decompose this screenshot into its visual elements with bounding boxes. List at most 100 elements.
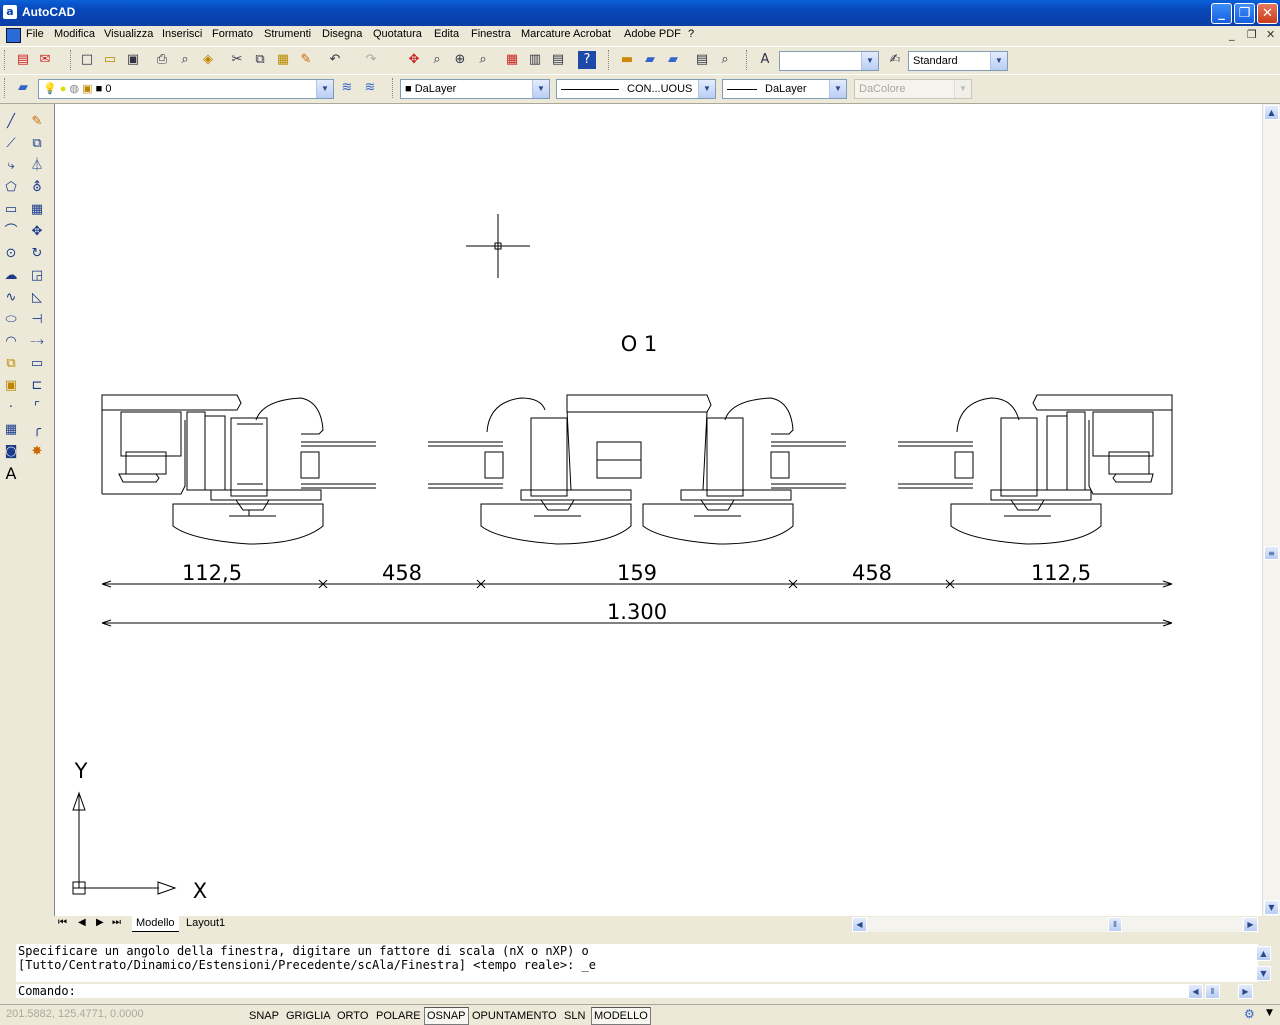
layer-previous-icon[interactable]: ≋ [361,79,379,97]
redo-icon[interactable]: ↷ [362,51,380,69]
mirror-icon[interactable]: ⏃ [27,156,47,176]
ellipse-icon[interactable]: ⬭ [1,310,21,330]
lightbulb-icon[interactable]: 💡 [43,83,57,95]
command-input[interactable]: Comando: [16,984,1188,998]
break-icon[interactable]: ⊏ [27,376,47,396]
menu-file[interactable]: File [26,28,44,40]
autocad-app-icon[interactable]: a [3,5,17,19]
trim-icon[interactable]: ⊣ [27,310,47,330]
status-polare[interactable]: POLARE [373,1007,424,1025]
cmd-scroll-right-icon[interactable]: ▶ [1238,984,1253,999]
help-icon[interactable]: ? [578,51,596,69]
freeze-viewport-icon[interactable]: ◍ [69,83,79,95]
make-block-icon[interactable]: ▣ [1,376,21,396]
hatch-icon[interactable]: ▦ [1,420,21,440]
dim-style-select[interactable]: Standard ▼ [908,51,1008,71]
zoom-realtime-icon[interactable]: ⌕ [428,51,446,69]
menu-strumenti[interactable]: Strumenti [264,28,311,40]
first-tab-icon[interactable]: ⏮ [58,917,67,928]
restore-button[interactable]: ❐ [1234,3,1255,24]
properties-icon[interactable]: ▦ [503,51,521,69]
print-icon[interactable]: ⎙ [153,51,171,69]
break-at-point-icon[interactable]: ▭ [27,354,47,374]
array-icon[interactable]: ▦ [27,200,47,220]
scroll-thumb[interactable]: ≡ [1264,546,1279,560]
close-button[interactable]: ✕ [1257,3,1278,24]
design-center-icon[interactable]: ▥ [526,51,544,69]
status-sln[interactable]: SLN [561,1007,588,1025]
menu-disegna[interactable]: Disegna [322,28,362,40]
status-snap[interactable]: SNAP [246,1007,282,1025]
circle-icon[interactable]: ⊙ [1,244,21,264]
zoom-previous-icon[interactable]: ⌕ [474,51,492,69]
extend-icon[interactable]: ⤍ [27,332,47,352]
zoom-window-icon[interactable]: ⊕ [451,51,469,69]
erase-icon[interactable]: ✎ [27,112,47,132]
scale-icon[interactable]: ◲ [27,266,47,286]
stretch-icon[interactable]: ◺ [27,288,47,308]
status-opuntamento[interactable]: OPUNTAMENTO [469,1007,560,1025]
paste-icon[interactable]: ▦ [274,51,292,69]
menu-quotatura[interactable]: Quotatura [373,28,422,40]
fillet-icon[interactable]: ╭ [27,420,47,440]
menu-formato[interactable]: Formato [212,28,253,40]
new-icon[interactable]: □ [78,51,96,69]
cmd-scroll-down-icon[interactable]: ▼ [1256,966,1271,981]
next-tab-icon[interactable]: ▶ [96,917,104,928]
cmd-scroll-up-icon[interactable]: ▲ [1256,946,1271,961]
layer-properties-icon[interactable]: ▰ [14,79,32,97]
publish-icon[interactable]: ◈ [199,51,217,69]
status-orto[interactable]: ORTO [334,1007,371,1025]
hscroll-thumb[interactable]: ⦀ [1108,917,1122,932]
explode-icon[interactable]: ✸ [27,442,47,462]
doc-restore-icon[interactable]: ❐ [1247,28,1257,41]
menu-marcature-acrobat[interactable]: Marcature Acrobat [521,28,611,40]
undo-icon[interactable]: ↶ [326,51,344,69]
color-select[interactable]: ■ DaLayer ▼ [400,79,550,99]
last-tab-icon[interactable]: ⏭ [112,917,121,928]
menu-finestra[interactable]: Finestra [471,28,511,40]
print-preview-icon[interactable]: ⌕ [176,51,194,69]
layer-icon[interactable]: ▰ [641,51,659,69]
menu-visualizza[interactable]: Visualizza [104,28,153,40]
text-style-select[interactable]: ▼ [779,51,879,71]
polyline-icon[interactable]: ⤷ [1,156,21,176]
cmd-scroll-left-icon[interactable]: ◀ [1188,984,1203,999]
document-icon[interactable] [6,28,21,43]
region-icon[interactable]: ◙ [1,442,21,462]
scroll-left-icon[interactable]: ◀ [852,917,867,932]
line-icon[interactable]: ╱ [1,112,21,132]
sheet-set-icon[interactable]: ▤ [693,51,711,69]
tool-palettes-icon[interactable]: ▤ [549,51,567,69]
insert-block-icon[interactable]: ⧉ [1,354,21,374]
coordinates-display[interactable]: 201.5882, 125.4771, 0.0000 [6,1008,144,1020]
pdf-email-icon[interactable]: ✉ [36,51,54,69]
layer-select[interactable]: 💡 ● ◍ ▣ ■ 0 ▼ [38,79,334,99]
point-icon[interactable]: · [1,398,21,418]
make-object-layer-current-icon[interactable]: ≋ [338,79,356,97]
pdf-icon[interactable]: ▤ [14,51,32,69]
tab-modello[interactable]: Modello [132,916,179,932]
cut-icon[interactable]: ✂ [228,51,246,69]
cmd-hscroll-thumb[interactable]: ⦀ [1205,984,1220,999]
horizontal-scrollbar[interactable]: ◀ ⦀ ▶ [852,917,1258,932]
rotate-icon[interactable]: ↻ [27,244,47,264]
menu-help[interactable]: ? [688,28,694,40]
layer-states-icon[interactable]: ▰ [664,51,682,69]
move-icon[interactable]: ✥ [27,222,47,242]
prev-tab-icon[interactable]: ◀ [78,917,86,928]
dim-linear-icon[interactable]: ▬ [618,51,636,69]
save-icon[interactable]: ▣ [124,51,142,69]
spline-icon[interactable]: ∿ [1,288,21,308]
doc-minimize-icon[interactable]: _ [1229,28,1235,41]
linetype-select[interactable]: CON...UOUS ▼ [556,79,716,99]
sun-icon[interactable]: ● [60,83,67,95]
multiline-text-icon[interactable]: A [1,464,21,484]
markup-icon[interactable]: ⌕ [716,51,734,69]
vertical-scrollbar[interactable]: ▲ ≡ ▼ [1262,104,1280,916]
doc-close-icon[interactable]: ✕ [1266,28,1275,41]
revision-cloud-icon[interactable]: ☁ [1,266,21,286]
offset-icon[interactable]: ⛢ [27,178,47,198]
pan-icon[interactable]: ✥ [405,51,423,69]
status-modello[interactable]: MODELLO [591,1007,651,1025]
